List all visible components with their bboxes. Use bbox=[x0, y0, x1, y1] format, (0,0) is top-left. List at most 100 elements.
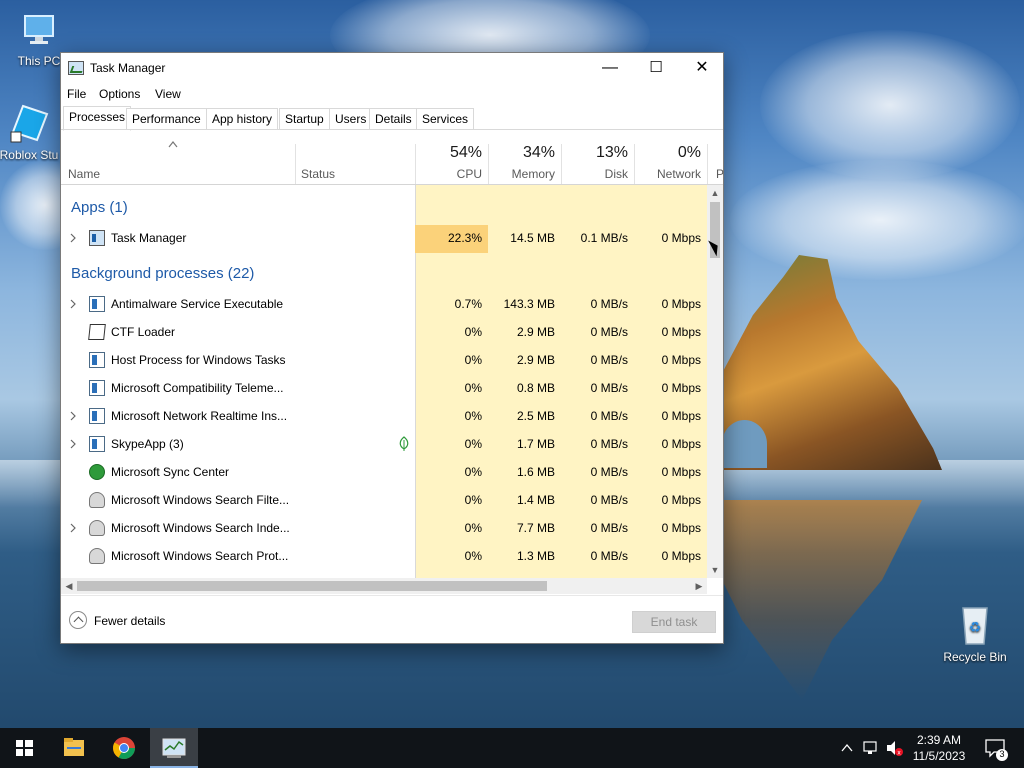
column-separator[interactable] bbox=[488, 144, 489, 184]
search-indexer-icon bbox=[89, 548, 105, 564]
scroll-up-icon[interactable]: ▲ bbox=[707, 185, 723, 201]
close-button[interactable]: ✕ bbox=[679, 53, 725, 83]
process-name[interactable]: Microsoft Windows Search Inde... bbox=[111, 521, 290, 535]
cpu-value: 0% bbox=[464, 325, 482, 339]
column-separator[interactable] bbox=[561, 144, 562, 184]
process-name[interactable]: Task Manager bbox=[111, 231, 186, 245]
tab-processes[interactable]: Processes bbox=[63, 106, 132, 131]
search-indexer-icon bbox=[89, 520, 105, 536]
disk-value: 0 MB/s bbox=[590, 521, 628, 535]
volume-status[interactable]: x bbox=[884, 728, 906, 768]
process-name[interactable]: Antimalware Service Executable bbox=[111, 297, 283, 311]
disk-value: 0 MB/s bbox=[590, 409, 628, 423]
cpu-value: 0% bbox=[464, 353, 482, 367]
column-disk[interactable]: Disk bbox=[565, 167, 628, 181]
scroll-right-icon[interactable]: ▶ bbox=[691, 578, 707, 594]
cpu-total[interactable]: 54% bbox=[419, 144, 482, 162]
memory-total[interactable]: 34% bbox=[492, 144, 555, 162]
show-hidden-icons[interactable] bbox=[838, 728, 856, 768]
network-value: 0 Mbps bbox=[661, 493, 701, 507]
menu-options[interactable]: Options bbox=[99, 87, 140, 101]
start-button[interactable] bbox=[0, 728, 48, 768]
disk-total[interactable]: 13% bbox=[565, 144, 628, 162]
network-value: 0 Mbps bbox=[661, 465, 701, 479]
network-value: 0 Mbps bbox=[661, 297, 701, 311]
scroll-down-icon[interactable]: ▼ bbox=[707, 562, 723, 578]
maximize-button[interactable]: ☐ bbox=[633, 53, 679, 83]
column-separator[interactable] bbox=[415, 144, 416, 184]
chevron-right-icon[interactable] bbox=[68, 439, 78, 449]
minimize-button[interactable]: — bbox=[587, 53, 633, 83]
tab-users[interactable]: Users bbox=[329, 108, 373, 130]
tab-startup[interactable]: Startup bbox=[279, 108, 330, 130]
horizontal-scrollbar[interactable]: ◀ ▶ bbox=[61, 578, 707, 594]
title-bar[interactable]: Task Manager — ☐ ✕ bbox=[61, 53, 723, 83]
process-name[interactable]: SkypeApp (3) bbox=[111, 437, 184, 451]
cpu-value: 0% bbox=[464, 493, 482, 507]
cpu-value: 0% bbox=[464, 465, 482, 479]
chevron-up-icon[interactable] bbox=[69, 611, 87, 629]
rock-arch bbox=[722, 420, 767, 468]
desktop-icon-roblox-studio[interactable]: Roblox Stu bbox=[0, 104, 60, 162]
network-value: 0 Mbps bbox=[661, 231, 701, 245]
tab-services[interactable]: Services bbox=[416, 108, 475, 130]
process-name[interactable]: Microsoft Sync Center bbox=[111, 465, 229, 479]
computer-icon bbox=[24, 15, 54, 44]
process-name[interactable]: CTF Loader bbox=[111, 325, 175, 339]
process-name[interactable]: Microsoft Windows Search Filte... bbox=[111, 493, 289, 507]
end-task-button[interactable]: End task bbox=[632, 611, 716, 633]
chevron-right-icon[interactable] bbox=[68, 523, 78, 533]
svg-text:x: x bbox=[897, 750, 901, 757]
chevron-right-icon[interactable] bbox=[68, 233, 78, 243]
taskbar-task-manager[interactable] bbox=[150, 728, 198, 768]
scroll-left-icon[interactable]: ◀ bbox=[61, 578, 77, 594]
taskbar-file-explorer[interactable] bbox=[50, 728, 98, 768]
process-name[interactable]: Microsoft Network Realtime Ins... bbox=[111, 409, 287, 423]
column-network[interactable]: Network bbox=[638, 167, 701, 181]
sync-icon bbox=[89, 464, 105, 480]
disk-value: 0 MB/s bbox=[590, 325, 628, 339]
column-name[interactable]: Name bbox=[68, 167, 100, 181]
tab-performance[interactable]: Performance bbox=[126, 108, 207, 130]
taskbar-chrome[interactable] bbox=[100, 728, 148, 768]
chevron-right-icon[interactable] bbox=[68, 299, 78, 309]
group-header-background[interactable]: Background processes (22) bbox=[71, 265, 254, 282]
network-value: 0 Mbps bbox=[661, 437, 701, 451]
tab-details[interactable]: Details bbox=[369, 108, 418, 130]
chevron-right-icon[interactable] bbox=[68, 411, 78, 421]
column-separator[interactable] bbox=[295, 144, 296, 184]
service-icon bbox=[89, 436, 105, 452]
network-total[interactable]: 0% bbox=[638, 144, 701, 162]
chrome-icon bbox=[113, 737, 135, 759]
network-value: 0 Mbps bbox=[661, 353, 701, 367]
column-separator[interactable] bbox=[634, 144, 635, 184]
sort-ascending-icon[interactable] bbox=[168, 140, 178, 148]
process-name[interactable]: Microsoft Compatibility Teleme... bbox=[111, 381, 284, 395]
column-separator[interactable] bbox=[707, 144, 708, 184]
column-memory[interactable]: Memory bbox=[492, 167, 555, 181]
memory-value: 2.9 MB bbox=[516, 325, 555, 339]
clock[interactable]: 2:39 AM 11/5/2023 bbox=[904, 732, 974, 764]
search-indexer-icon bbox=[89, 492, 105, 508]
menu-file[interactable]: File bbox=[67, 87, 86, 101]
process-name[interactable]: Host Process for Windows Tasks bbox=[111, 353, 286, 367]
action-center-button[interactable]: 3 bbox=[980, 728, 1010, 768]
tab-app-history[interactable]: App history bbox=[206, 108, 279, 130]
fewer-details-link[interactable]: Fewer details bbox=[94, 614, 165, 628]
svg-text:♻: ♻ bbox=[969, 620, 982, 636]
horizontal-scroll-thumb[interactable] bbox=[77, 581, 547, 591]
menu-view[interactable]: View bbox=[155, 87, 181, 101]
network-status[interactable] bbox=[860, 728, 882, 768]
group-header-apps[interactable]: Apps (1) bbox=[71, 199, 128, 216]
footer: Fewer details End task bbox=[61, 595, 723, 643]
column-status[interactable]: Status bbox=[301, 167, 335, 181]
column-cpu[interactable]: CPU bbox=[419, 167, 482, 181]
disk-value: 0 MB/s bbox=[590, 381, 628, 395]
cpu-value: 0% bbox=[464, 437, 482, 451]
desktop-icon-recycle-bin[interactable]: ♻ Recycle Bin bbox=[936, 602, 1014, 664]
column-power[interactable]: P bbox=[716, 167, 724, 181]
cpu-value: 0% bbox=[464, 409, 482, 423]
service-icon bbox=[89, 408, 105, 424]
chevron-up-icon bbox=[841, 743, 853, 752]
process-name[interactable]: Microsoft Windows Search Prot... bbox=[111, 549, 288, 563]
